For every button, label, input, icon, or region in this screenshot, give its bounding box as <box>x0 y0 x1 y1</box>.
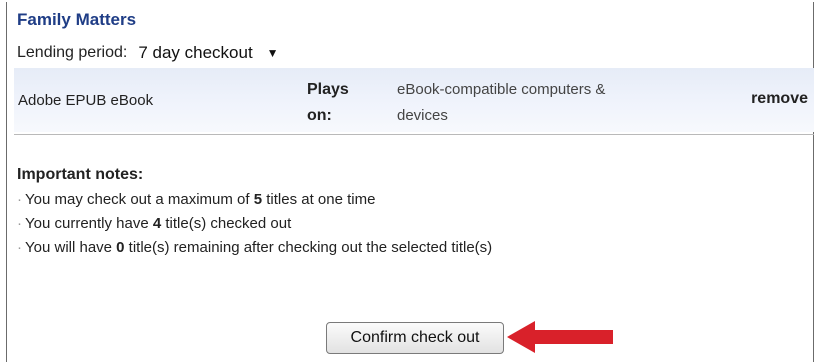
note-text: titles at one time <box>262 191 376 208</box>
note-text: title(s) checked out <box>161 215 292 232</box>
note-text: You currently have <box>25 215 153 232</box>
devices-text: eBook-compatible computers & devices <box>397 77 657 129</box>
note-text: You will have <box>25 239 117 256</box>
plays-on-label: Plays on: <box>307 77 349 129</box>
notes-title: Important notes: <box>17 166 144 183</box>
plays-label-line1: Plays <box>307 81 349 98</box>
note-number: 5 <box>253 191 263 208</box>
notes-list: You may check out a maximum of 5 titles … <box>17 188 492 260</box>
note-text: You may check out a maximum of <box>25 191 254 208</box>
row-divider <box>14 134 814 135</box>
lending-period-label: Lending period: <box>17 44 128 61</box>
format-row: Adobe EPUB eBook Plays on: eBook-compati… <box>14 68 814 132</box>
note-number: 0 <box>116 239 125 256</box>
note-text: title(s) remaining after checking out th… <box>124 239 493 256</box>
plays-label-line2: on: <box>307 107 332 124</box>
lending-period-select[interactable]: 7 day checkout ▼ <box>135 42 282 64</box>
devices-line2: devices <box>397 107 448 124</box>
checkout-panel: Family Matters Lending period: 7 day che… <box>6 2 814 362</box>
note-item: You may check out a maximum of 5 titles … <box>17 188 492 212</box>
chevron-down-icon[interactable]: ▼ <box>267 46 279 60</box>
lending-period-row: Lending period: 7 day checkout ▼ <box>17 42 282 64</box>
book-title[interactable]: Family Matters <box>17 10 136 30</box>
note-item: You will have 0 title(s) remaining after… <box>17 236 492 260</box>
confirm-checkout-button[interactable]: Confirm check out <box>326 322 504 354</box>
note-number: 4 <box>152 215 162 232</box>
format-label: Adobe EPUB eBook <box>18 92 154 109</box>
important-notes: Important notes: You may check out a max… <box>17 166 492 260</box>
remove-link[interactable]: remove <box>751 90 808 108</box>
red-arrow-icon <box>507 321 613 353</box>
lending-period-value: 7 day checkout <box>138 43 253 62</box>
devices-line1: eBook-compatible computers & <box>397 81 606 98</box>
note-item: You currently have 4 title(s) checked ou… <box>17 212 492 236</box>
